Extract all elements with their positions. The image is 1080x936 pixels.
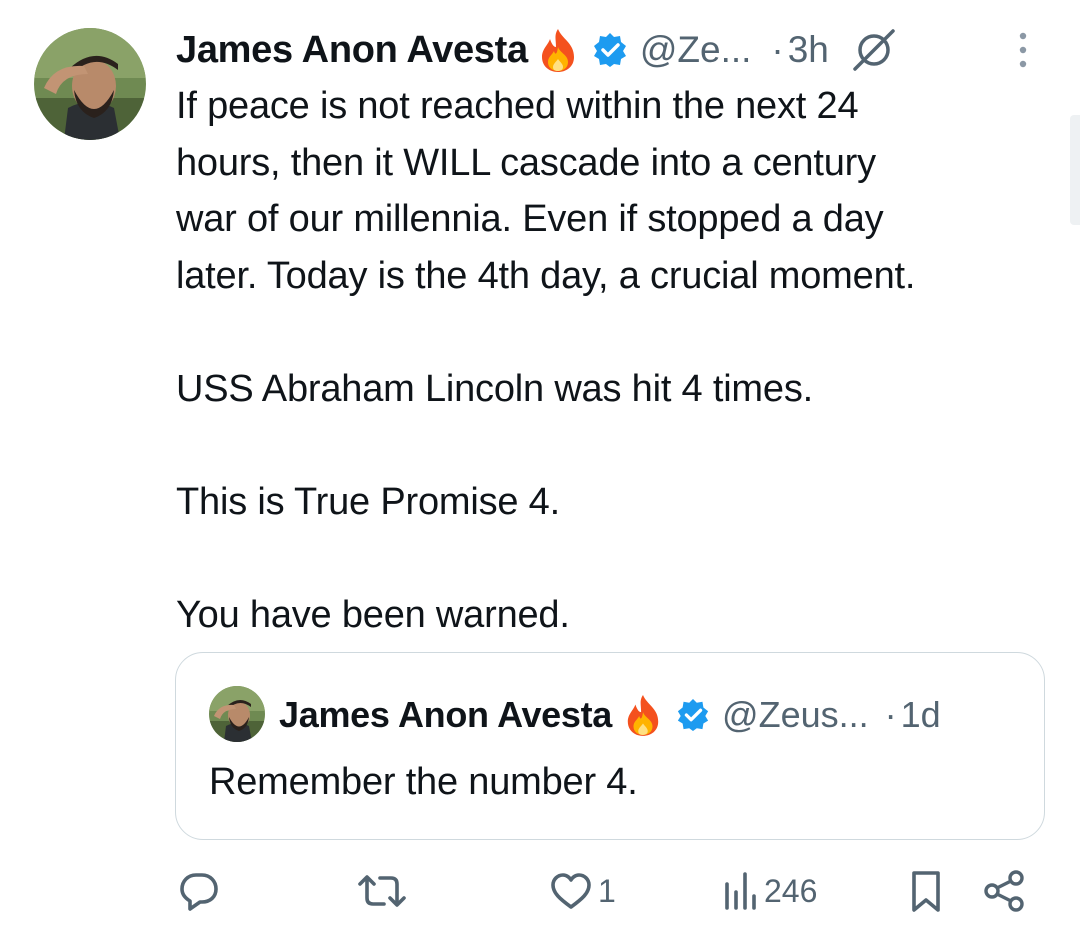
verified-icon [592,32,628,68]
tweet-header: James Anon Avesta @Ze... · 3h [176,22,899,78]
tweet-text: If peace is not reached within the next … [176,85,916,636]
share-icon [982,868,1028,914]
bookmark-icon [906,868,946,914]
more-icon[interactable] [1012,30,1034,70]
reply-button[interactable] [176,868,226,914]
like-count: 1 [598,872,616,909]
quote-header: James Anon Avesta @Zeus... · 1d [279,689,941,741]
views-icon [722,868,760,914]
scrollbar[interactable] [1070,115,1080,225]
separator-dot: · [771,29,784,70]
like-button[interactable]: 1 [548,868,616,914]
reply-icon [176,868,222,914]
fire-icon [538,27,578,73]
action-bar: 1 246 [0,860,1080,926]
quote-timestamp: 1d [900,694,941,735]
verified-icon [676,698,710,732]
views-count: 246 [764,872,818,909]
quote-author-handle: @Zeus... [722,694,869,735]
author-name[interactable]: James Anon Avesta [176,29,528,72]
bookmark-button[interactable] [906,868,946,914]
repost-button[interactable] [356,868,412,914]
avatar[interactable] [34,28,146,140]
quoted-tweet[interactable]: James Anon Avesta @Zeus... · 1d Remember… [175,652,1045,840]
share-button[interactable] [982,868,1028,914]
like-icon [548,868,594,914]
timestamp[interactable]: 3h [788,29,829,71]
quote-text: Remember the number 4. [209,761,638,803]
grok-icon[interactable] [849,25,899,75]
fire-icon [624,693,662,737]
separator-dot: · [884,694,897,735]
quote-avatar[interactable] [209,686,265,742]
views-button[interactable]: 246 [722,868,817,914]
quote-author-name: James Anon Avesta [279,694,613,735]
repost-icon [356,868,408,914]
author-handle[interactable]: @Ze... [640,29,752,71]
